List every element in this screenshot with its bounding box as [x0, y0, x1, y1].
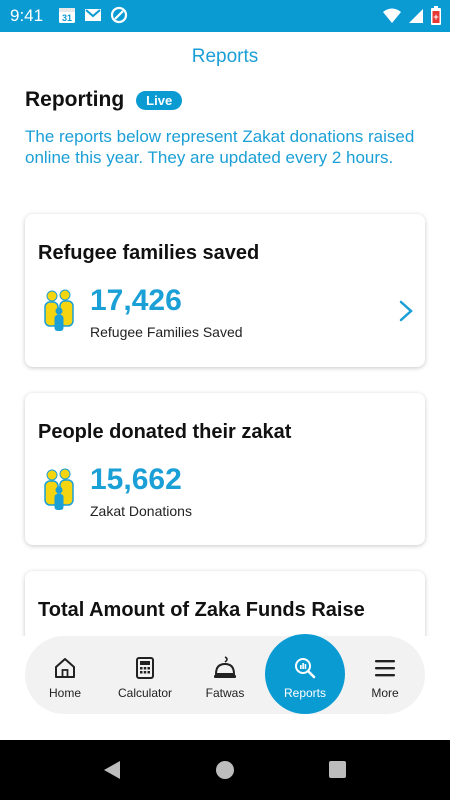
svg-text:+: +: [433, 12, 438, 22]
card-label: Zakat Donations: [90, 503, 192, 519]
gmail-icon: [84, 6, 102, 24]
back-icon[interactable]: [102, 760, 122, 780]
card-value: 17,426: [90, 284, 182, 317]
section-description: The reports below represent Zakat donati…: [25, 127, 415, 167]
family-icon: [44, 468, 74, 510]
card-label: Refugee Families Saved: [90, 324, 243, 340]
app-header: Reports: [0, 32, 450, 84]
page-title: Reports: [191, 46, 259, 67]
section-header: Reporting Live: [25, 88, 183, 112]
status-time: 9:41: [10, 6, 44, 25]
card-refugee-families[interactable]: Refugee families saved 17,426 Refugee Fa…: [25, 214, 425, 367]
battery-icon: +: [430, 6, 442, 31]
card-title: Refugee families saved: [38, 242, 260, 264]
home-icon: [55, 658, 75, 678]
signal-icon: [408, 7, 424, 30]
recent-apps-button[interactable]: [329, 761, 346, 778]
card-value: 15,662: [90, 463, 182, 496]
card-zakat-donations[interactable]: People donated their zakat 15,662 Zakat …: [25, 393, 425, 545]
status-system-icons: +: [382, 6, 442, 31]
nav-item-fatwas[interactable]: Fatwas: [185, 636, 265, 714]
calendar-day: 31: [62, 13, 72, 23]
nav-label: Reports: [283, 686, 327, 700]
nav-label: More: [371, 686, 399, 700]
nav-label: Home: [48, 686, 81, 700]
nav-item-home[interactable]: Home: [25, 636, 105, 714]
nav-label: Fatwas: [205, 686, 245, 700]
home-button[interactable]: [216, 761, 234, 779]
card-title: People donated their zakat: [38, 421, 292, 443]
card-title: Total Amount of Zaka Funds Raise: [38, 599, 365, 621]
status-bar: 9:41 31 +: [0, 0, 450, 32]
status-notification-icons: 31: [58, 6, 128, 24]
wifi-icon: [382, 7, 402, 30]
family-icon: [44, 289, 74, 331]
system-navigation-bar: [0, 740, 450, 800]
section-title: Reporting: [25, 88, 125, 111]
bottom-nav: Home Calculator Fatwas Reports More: [25, 634, 425, 714]
calendar-icon: 31: [58, 6, 76, 24]
nav-item-calculator[interactable]: Calculator: [105, 636, 185, 714]
card-total-funds[interactable]: Total Amount of Zaka Funds Raise: [25, 571, 425, 636]
reports-search-icon: [295, 658, 316, 679]
fatwa-icon: [214, 656, 236, 678]
live-badge: Live: [136, 90, 183, 110]
nav-label: Calculator: [117, 686, 173, 700]
nav-item-reports[interactable]: Reports: [265, 634, 345, 714]
chevron-right-icon[interactable]: [399, 300, 413, 322]
menu-icon: [375, 660, 395, 677]
calculator-icon: [136, 657, 154, 679]
nav-item-more[interactable]: More: [345, 636, 425, 714]
data-saver-icon: [110, 6, 128, 24]
reports-content[interactable]: Reporting Live The reports below represe…: [0, 84, 450, 636]
